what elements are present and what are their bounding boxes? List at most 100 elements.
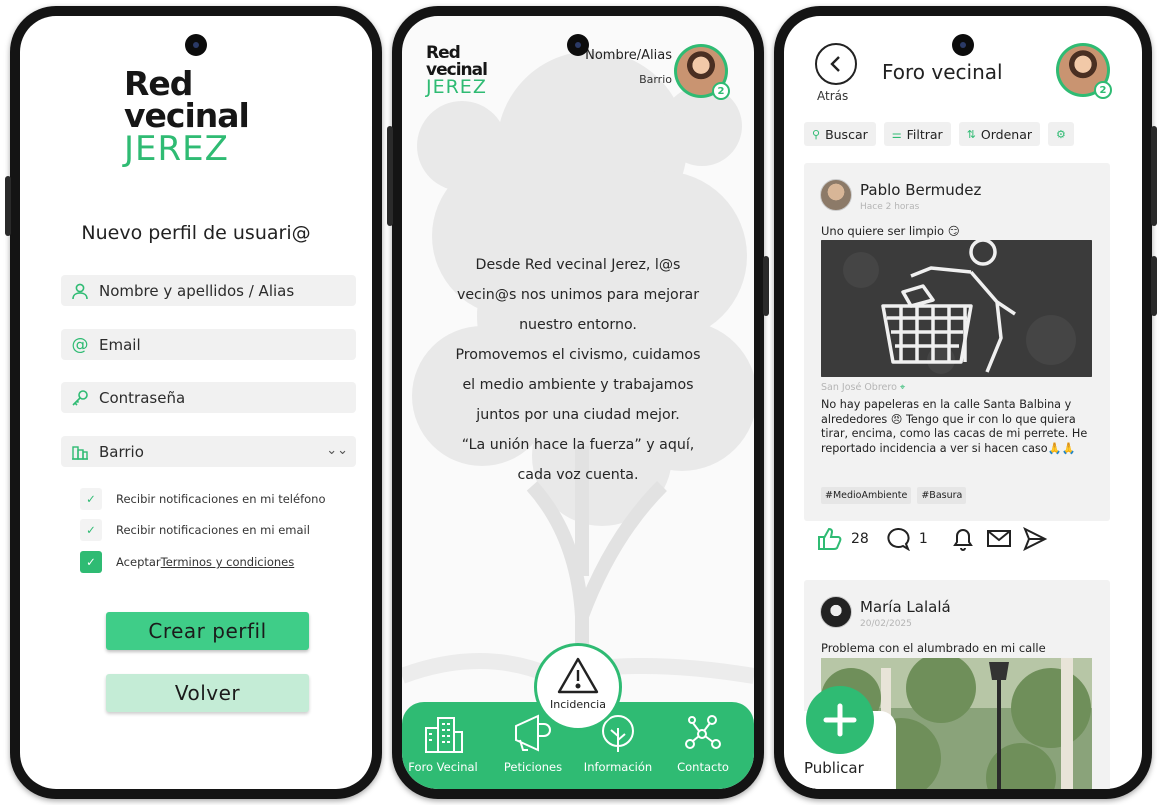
- front-camera: [567, 34, 589, 56]
- nav-label: Foro Vecinal: [408, 760, 478, 774]
- notify-email-checkbox[interactable]: ✓ Recibir notificaciones en mi email: [80, 519, 310, 541]
- post-time: 20/02/2025: [860, 619, 912, 629]
- mission-line: Promovemos el civismo, cuidamos: [455, 347, 701, 363]
- publish-button[interactable]: [806, 686, 874, 754]
- mission-line: nuestro entorno.: [519, 317, 637, 333]
- buildings-icon: [425, 717, 463, 753]
- nav-foro-vecinal[interactable]: Foro Vecinal: [402, 714, 486, 774]
- mission-line: Desde Red vecinal Jerez, l@s: [475, 257, 681, 273]
- network-icon: [685, 715, 721, 749]
- mission-line: juntos por una ciudad mejor.: [476, 407, 680, 423]
- page-title: Nuevo perfil de usuari@: [81, 222, 311, 244]
- incident-button[interactable]: Incidencia: [534, 643, 622, 731]
- post-card[interactable]: Pablo Bermudez Hace 2 horas Uno quiere s…: [804, 163, 1110, 521]
- phone-register: Red vecinal JEREZ Nuevo perfil de usuari…: [5, 6, 382, 799]
- notify-email-label: Recibir notificaciones en mi email: [116, 523, 310, 537]
- comment-icon: [887, 528, 910, 551]
- app-logo: Red vecinal JEREZ: [426, 45, 488, 99]
- filter-label: Filtrar: [906, 126, 943, 142]
- notification-badge: 2: [1094, 81, 1112, 99]
- post-author[interactable]: Pablo Bermudez: [860, 181, 981, 199]
- publish-label: Publicar: [804, 759, 864, 777]
- sliders-icon: ⚌: [891, 127, 902, 141]
- logo-line-3: JEREZ: [426, 76, 487, 99]
- mail-button[interactable]: [986, 527, 1012, 551]
- post-title: Uno quiere ser limpio 😏: [821, 224, 960, 238]
- post-avatar[interactable]: [820, 596, 852, 628]
- share-button[interactable]: [1022, 527, 1048, 551]
- bell-icon: [952, 529, 973, 551]
- avatar[interactable]: 2: [1056, 43, 1112, 99]
- sort-button[interactable]: ⇅ Ordenar: [958, 122, 1041, 146]
- warning-icon: [557, 657, 599, 694]
- thumbs-up-icon: [818, 527, 842, 550]
- incident-label: Incidencia: [550, 698, 606, 711]
- check-icon: ✓: [80, 551, 102, 573]
- post-author[interactable]: María Lalalá: [860, 598, 951, 616]
- notify-phone-checkbox[interactable]: ✓ Recibir notificaciones en mi teléfono: [80, 488, 326, 510]
- phone-forum: Atrás Foro vecinal 2 ⚲ Buscar ⚌ Filtrar ⇅ O…: [774, 6, 1157, 799]
- back-button[interactable]: Volver: [106, 674, 309, 712]
- nav-contacto[interactable]: Contacto: [660, 714, 746, 774]
- avatar[interactable]: 2: [674, 44, 730, 100]
- phone-home: Red vecinal JEREZ Nombre/Alias Barrio 2 …: [387, 6, 769, 799]
- forum-toolbar: ⚲ Buscar ⚌ Filtrar ⇅ Ordenar ⚙: [804, 122, 1074, 146]
- home-screen: Red vecinal JEREZ Nombre/Alias Barrio 2 …: [402, 16, 754, 789]
- logo-line-2: vecinal: [124, 96, 250, 136]
- notify-phone-label: Recibir notificaciones en mi teléfono: [116, 492, 326, 506]
- litter-bin-image: [821, 240, 1092, 377]
- nav-label: Información: [583, 760, 653, 774]
- front-camera: [185, 34, 207, 56]
- mission-line: “La unión hace la fuerza” y aquí,: [461, 437, 695, 453]
- tag-chip[interactable]: #MedioAmbiente: [821, 487, 912, 504]
- like-button[interactable]: [817, 527, 843, 551]
- post-time: Hace 2 horas: [860, 202, 920, 212]
- sort-icon: ⇅: [966, 127, 976, 141]
- search-icon: ⚲: [812, 127, 821, 141]
- password-field[interactable]: Contraseña: [61, 382, 356, 413]
- location-label: San José Obrero: [821, 382, 897, 393]
- plus-icon: [823, 703, 857, 737]
- email-field[interactable]: @ Email: [61, 329, 356, 360]
- bell-button[interactable]: [950, 527, 976, 551]
- like-count: 28: [851, 531, 869, 547]
- tag-chip[interactable]: #Basura: [917, 487, 967, 504]
- mail-icon: [986, 530, 1011, 547]
- send-icon: [1022, 527, 1047, 551]
- post-avatar[interactable]: [820, 179, 852, 211]
- at-icon: @: [71, 334, 89, 355]
- name-placeholder: Nombre y apellidos / Alias: [99, 281, 295, 300]
- settings-button[interactable]: ⚙: [1048, 122, 1074, 146]
- post-actions: 28 1: [817, 527, 1048, 551]
- sort-label: Ordenar: [980, 126, 1033, 142]
- check-icon: ✓: [80, 519, 102, 541]
- forum-screen: Atrás Foro vecinal 2 ⚲ Buscar ⚌ Filtrar ⇅ O…: [784, 16, 1142, 789]
- back-label: Atrás: [817, 89, 849, 103]
- post-body: No hay papeleras en la calle Santa Balbi…: [821, 398, 1088, 455]
- search-button[interactable]: ⚲ Buscar: [804, 122, 876, 146]
- create-profile-button[interactable]: Crear perfil: [106, 612, 309, 650]
- user-barrio: Barrio: [639, 73, 672, 86]
- post-image[interactable]: [821, 240, 1092, 377]
- terms-checkbox[interactable]: ✓ Aceptar Terminos y condiciones: [80, 551, 294, 573]
- notification-badge: 2: [712, 82, 730, 100]
- password-placeholder: Contraseña: [99, 388, 186, 407]
- filter-button[interactable]: ⚌ Filtrar: [883, 122, 951, 146]
- terms-prefix: Aceptar: [116, 555, 161, 569]
- key-icon: [69, 387, 91, 409]
- post-title: Problema con el alumbrado en mi calle: [821, 641, 1046, 655]
- email-placeholder: Email: [99, 335, 141, 354]
- mission-line: el medio ambiente y trabajamos: [462, 377, 694, 393]
- user-icon: [69, 280, 91, 302]
- comment-count: 1: [918, 531, 928, 547]
- nav-label: Contacto: [677, 760, 729, 774]
- chevron-left-icon: [830, 56, 840, 72]
- name-field[interactable]: Nombre y apellidos / Alias: [61, 275, 356, 306]
- back-button[interactable]: [815, 43, 857, 85]
- gear-icon: ⚙: [1056, 127, 1066, 141]
- user-name: Nombre/Alias: [585, 48, 672, 63]
- check-icon: ✓: [80, 488, 102, 510]
- barrio-select[interactable]: Barrio ⌄⌄: [61, 436, 356, 467]
- comment-button[interactable]: [885, 527, 911, 551]
- terms-link[interactable]: Terminos y condiciones: [161, 555, 295, 569]
